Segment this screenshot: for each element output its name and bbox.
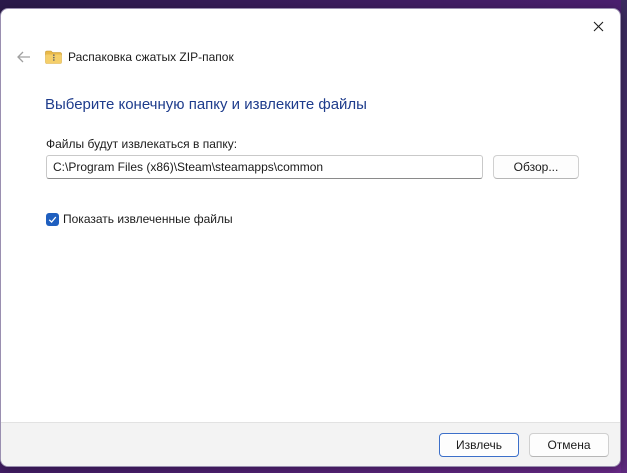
show-extracted-files-checkbox[interactable] — [46, 212, 59, 226]
cancel-button[interactable]: Отмена — [529, 433, 609, 457]
zip-folder-icon — [45, 50, 62, 64]
checkmark-icon — [48, 216, 57, 223]
dialog-footer: Извлечь Отмена — [1, 422, 620, 466]
page-heading: Выберите конечную папку и извлеките файл… — [45, 96, 367, 113]
browse-button[interactable]: Обзор... — [493, 155, 579, 179]
destination-path-input[interactable] — [46, 155, 483, 179]
show-extracted-files-option[interactable]: Показать извлеченные файлы — [46, 212, 233, 226]
extract-dialog: Распаковка сжатых ZIP-папок Выберите кон… — [0, 8, 621, 467]
extract-button[interactable]: Извлечь — [439, 433, 519, 457]
close-icon — [593, 21, 603, 31]
dialog-header: Распаковка сжатых ZIP-папок — [14, 45, 234, 69]
dialog-title: Распаковка сжатых ZIP-папок — [68, 50, 234, 64]
destination-label: Файлы будут извлекаться в папку: — [46, 137, 238, 151]
back-button[interactable] — [14, 47, 34, 67]
close-button[interactable] — [576, 9, 620, 43]
back-arrow-icon — [17, 51, 30, 63]
desktop-background — [621, 0, 627, 473]
show-extracted-files-label: Показать извлеченные файлы — [63, 212, 233, 226]
